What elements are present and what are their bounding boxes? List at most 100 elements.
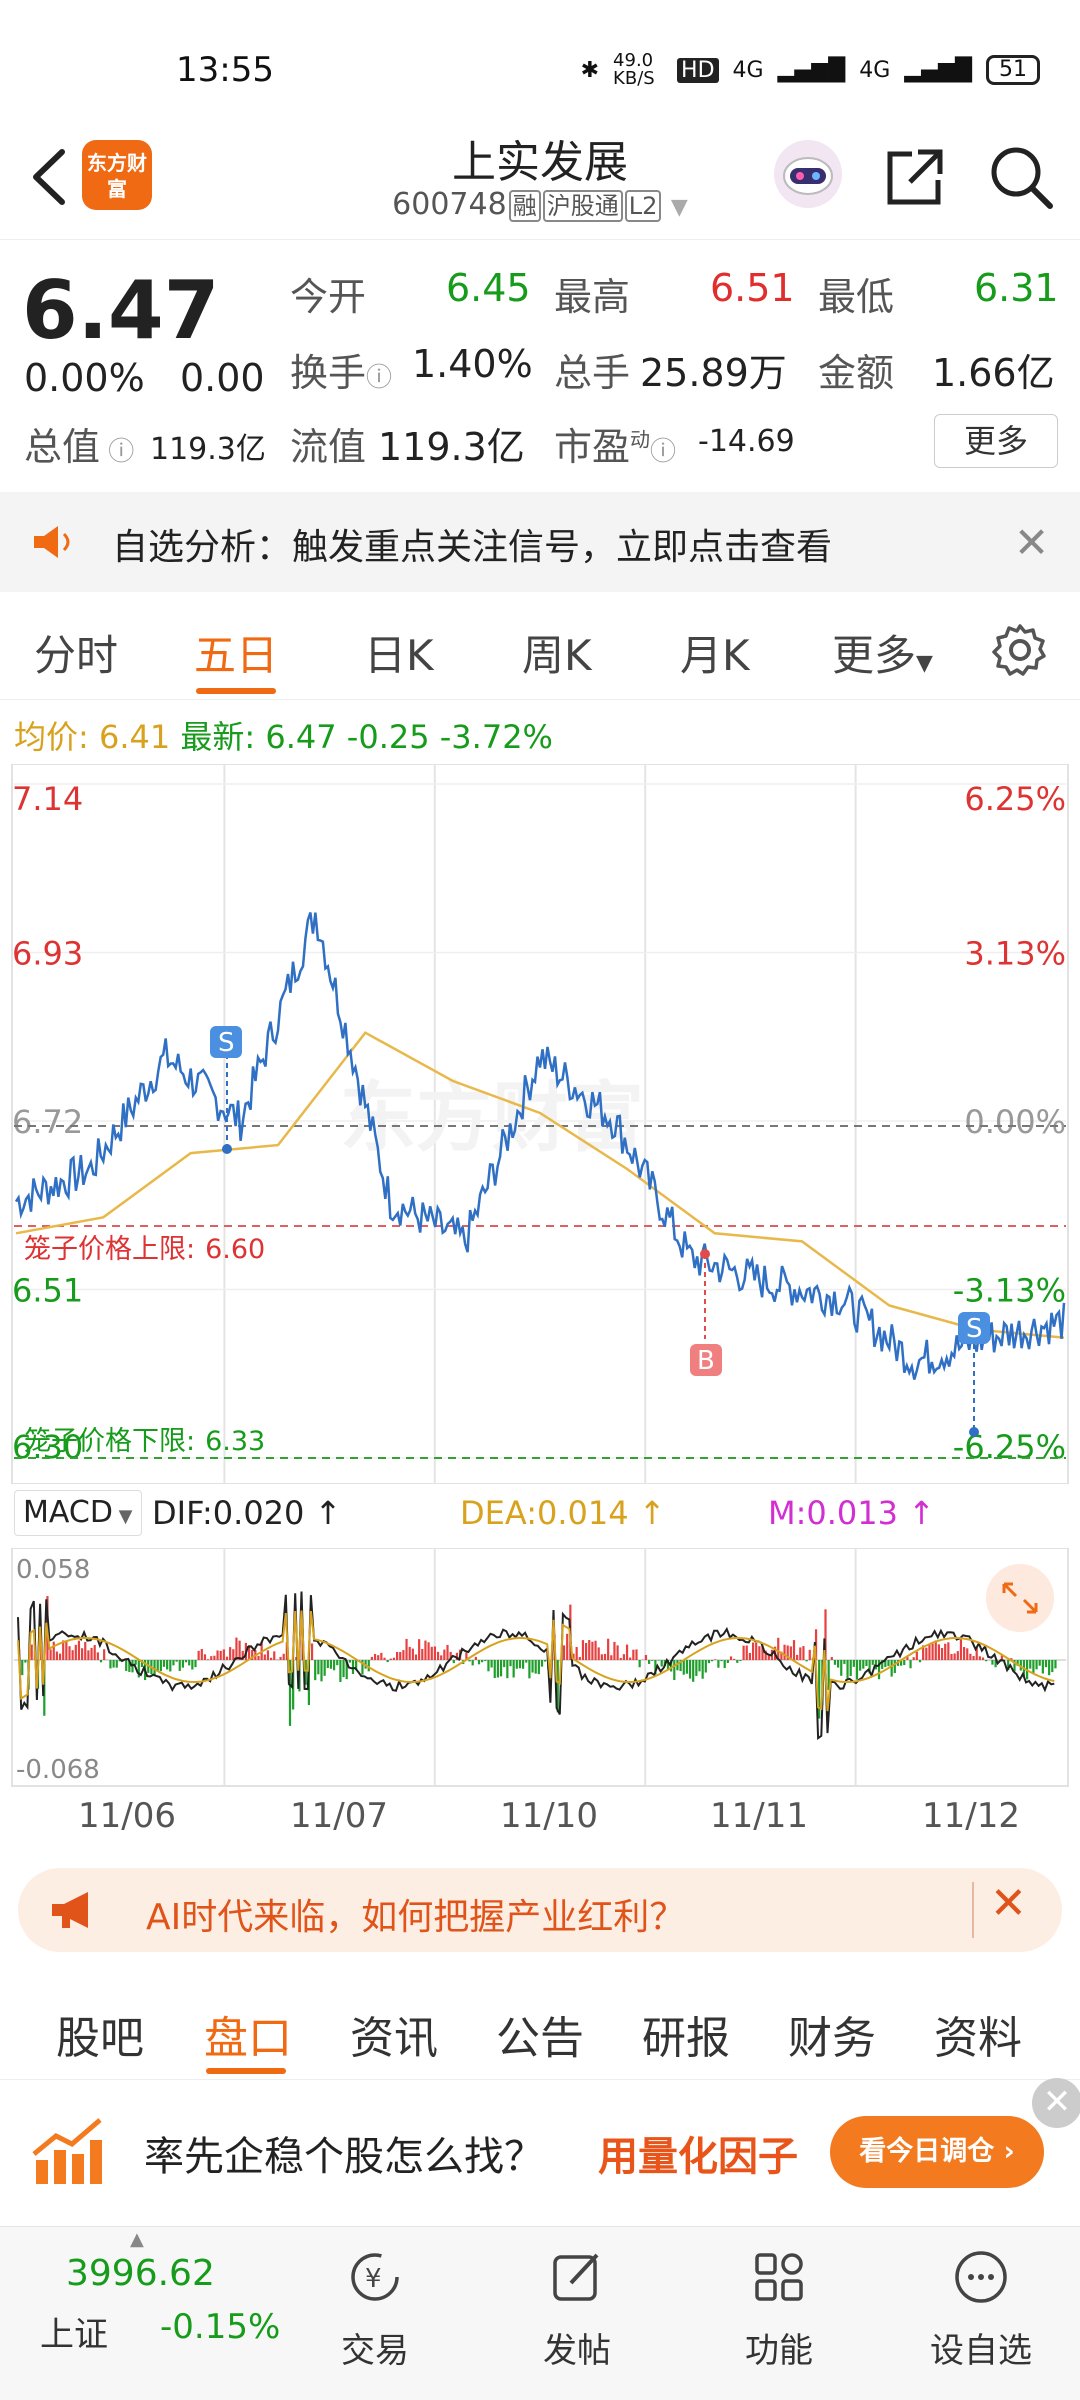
tab-forum[interactable]: 股吧	[56, 2002, 144, 2066]
ai-banner[interactable]: AI时代来临，如何把握产业红利？ ✕	[18, 1868, 1062, 1952]
signal-icon: 4G	[859, 57, 891, 83]
tab-more[interactable]: 更多▼	[832, 622, 933, 683]
index-value[interactable]: 3996.62	[66, 2253, 215, 2294]
upper-limit-label: 笼子价格上限: 6.60	[24, 1234, 265, 1265]
svg-text:B: B	[697, 1346, 715, 1376]
close-icon[interactable]: ✕	[1014, 518, 1049, 567]
macd-bar	[320, 1660, 323, 1682]
macd-bar	[985, 1660, 988, 1662]
more-button[interactable]: 更多	[934, 414, 1058, 468]
expand-icon[interactable]	[986, 1564, 1054, 1632]
volume-label: 总手	[554, 351, 631, 395]
macd-bar	[329, 1660, 333, 1669]
macd-bar	[729, 1656, 733, 1660]
macd-bar	[635, 1649, 638, 1660]
macd-bar	[81, 1648, 84, 1660]
close-icon[interactable]: ✕	[990, 1878, 1027, 1929]
macd-bar	[342, 1660, 345, 1678]
macd-bar	[855, 1660, 859, 1680]
macd-selector[interactable]: MACD ▼	[14, 1490, 142, 1536]
tab-five-day[interactable]: 五日	[194, 622, 278, 683]
macd-bar	[600, 1654, 603, 1660]
sell-marker[interactable]: S	[210, 1026, 242, 1154]
macd-bar	[474, 1656, 477, 1660]
macd-bar	[963, 1647, 966, 1660]
tab-monthly-k[interactable]: 月K	[680, 622, 750, 683]
macd-bar	[1054, 1660, 1057, 1669]
macd-bar	[739, 1660, 742, 1661]
tab-daily-k[interactable]: 日K	[364, 622, 434, 683]
tab-intraday[interactable]: 分时	[34, 622, 118, 683]
tab-announcements[interactable]: 公告	[496, 2002, 584, 2066]
macd-bar	[21, 1660, 24, 1676]
macd-bar	[191, 1660, 194, 1670]
macd-bar	[219, 1650, 222, 1660]
nav-trade[interactable]: ¥ 交易	[310, 2247, 440, 2372]
tab-profile[interactable]: 资料	[934, 2002, 1022, 2066]
dropdown-icon: ▼	[112, 1506, 133, 1527]
index-change[interactable]: -0.15%	[160, 2307, 280, 2347]
macd-bar	[1032, 1660, 1035, 1674]
tab-order-book[interactable]: 盘口	[204, 2002, 292, 2066]
bluetooth-icon: ✱	[580, 57, 600, 83]
macd-bar	[55, 1651, 58, 1660]
macd-bar	[625, 1644, 629, 1660]
nav-functions[interactable]: 功能	[714, 2247, 844, 2372]
macd-bar	[1029, 1660, 1032, 1669]
promo-banner[interactable]: 率先企稳个股怎么找？ 用量化因子 看今日调仓 › ✕	[0, 2078, 1080, 2216]
notice-bar[interactable]: 自选分析：触发重点关注信号，立即点击查看 ✕	[0, 492, 1080, 592]
tab-finance[interactable]: 财务	[788, 2002, 876, 2066]
share-icon[interactable]	[880, 142, 950, 212]
nav-post[interactable]: 发帖	[512, 2247, 642, 2372]
close-icon[interactable]: ✕	[1032, 2078, 1080, 2128]
macd-bar	[493, 1660, 496, 1679]
macd-bar	[506, 1660, 509, 1679]
macd-bar	[225, 1656, 229, 1660]
macd-bar	[184, 1660, 188, 1663]
macd-bar	[915, 1651, 918, 1660]
current-price: 6.47	[22, 264, 220, 357]
macd-bar	[490, 1660, 493, 1668]
macd-bar	[808, 1649, 811, 1660]
y-left-tick: 7.14	[12, 780, 83, 818]
date-label: 11/12	[922, 1796, 1020, 1836]
gear-icon[interactable]	[990, 620, 1050, 680]
chevron-down-icon[interactable]: ▼	[671, 195, 688, 220]
macd-bar	[433, 1646, 436, 1660]
ai-assistant-icon[interactable]	[770, 136, 846, 212]
tab-news[interactable]: 资讯	[350, 2002, 438, 2066]
signal-bars-icon: ▂▄▆█	[904, 57, 972, 83]
search-icon[interactable]	[986, 142, 1056, 212]
macd-bar	[685, 1660, 688, 1674]
open-label: 今开	[290, 275, 367, 319]
promo-button[interactable]: 看今日调仓 ›	[830, 2116, 1044, 2188]
macd-bar	[748, 1652, 751, 1660]
macd-bar	[452, 1660, 455, 1664]
macd-bar	[348, 1660, 351, 1663]
tab-weekly-k[interactable]: 周K	[522, 622, 592, 683]
macd-bar	[159, 1660, 162, 1672]
macd-bar	[660, 1660, 663, 1667]
macd-bar	[632, 1649, 635, 1660]
macd-bar	[799, 1647, 802, 1660]
avg-label: 均价:	[14, 718, 89, 756]
nav-add-watchlist[interactable]: 设自选	[916, 2247, 1046, 2372]
macd-bar	[688, 1660, 692, 1679]
macd-bar	[383, 1657, 386, 1660]
divider	[972, 1882, 974, 1938]
date-label: 11/10	[500, 1796, 598, 1836]
macd-bar	[638, 1660, 641, 1668]
lower-limit-label: 笼子价格下限: 6.33	[24, 1426, 265, 1457]
five-day-chart[interactable]: 东方财富 7.146.936.726.516.30 6.25%3.13%0.00…	[10, 764, 1070, 1484]
y-right-ticks: 6.25%3.13%0.00%-3.13%-6.25%	[953, 780, 1066, 1466]
tab-research[interactable]: 研报	[642, 2002, 730, 2066]
macd-bar	[487, 1660, 490, 1672]
battery-icon: 51	[986, 55, 1040, 85]
index-name[interactable]: 上证	[40, 2307, 108, 2356]
macd-bar	[717, 1660, 720, 1668]
summary-row: 均价: 6.41 最新: 6.47 -0.25 -3.72%	[14, 712, 553, 758]
chevron-up-icon[interactable]: ▲	[130, 2229, 144, 2250]
macd-bar	[695, 1660, 698, 1676]
macd-bar	[496, 1660, 499, 1678]
sell-marker[interactable]: S	[958, 1312, 990, 1437]
